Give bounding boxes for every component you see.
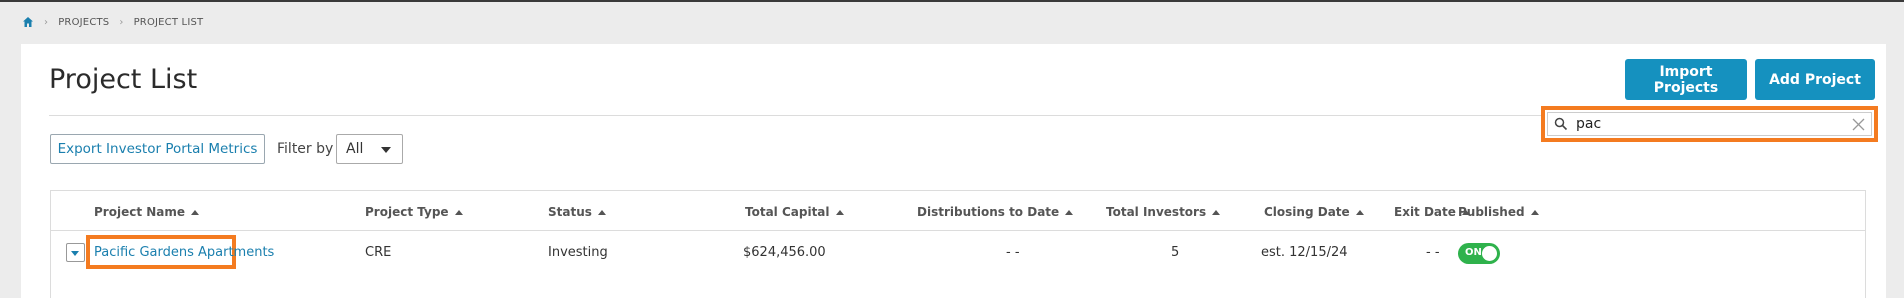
expand-row-button[interactable]	[66, 243, 85, 262]
column-label: Status	[548, 205, 592, 219]
toggle-label: ON	[1465, 247, 1482, 258]
column-header-project-name[interactable]: Project Name	[94, 205, 200, 219]
breadcrumb-projects[interactable]: PROJECTS	[58, 17, 109, 28]
add-project-button[interactable]: Add Project	[1755, 59, 1875, 100]
column-header-total-investors[interactable]: Total Investors	[1106, 205, 1221, 219]
column-label: Published	[1458, 205, 1525, 219]
import-projects-button[interactable]: Import Projects	[1625, 59, 1747, 100]
column-label: Closing Date	[1264, 205, 1350, 219]
chevron-right-icon: ›	[44, 16, 49, 28]
projects-table: Project Name Project Type Status Total C…	[50, 190, 1866, 298]
toggle-knob	[1482, 246, 1497, 261]
chevron-down-icon	[71, 251, 79, 256]
cell-total-investors: 5	[1171, 245, 1180, 260]
breadcrumb-project-list: PROJECT LIST	[133, 16, 204, 28]
sort-up-icon	[1355, 209, 1364, 215]
filter-select[interactable]: All	[336, 134, 403, 164]
cell-closing-date: est. 12/15/24	[1261, 245, 1348, 260]
search-box	[1547, 112, 1872, 136]
project-name-link[interactable]: Pacific Gardens Apartments	[94, 245, 274, 260]
column-header-project-type[interactable]: Project Type	[365, 205, 463, 219]
sort-up-icon	[597, 209, 606, 215]
column-label: Project Name	[94, 205, 186, 219]
cell-total-capital: $624,456.00	[743, 245, 826, 260]
project-name-highlight: Pacific Gardens Apartments	[86, 235, 274, 269]
filter-select-value: All	[346, 141, 364, 157]
chevron-right-icon: ›	[119, 16, 124, 28]
table-header: Project Name Project Type Status Total C…	[51, 191, 1865, 231]
column-label: Project Type	[365, 205, 449, 219]
table-row: Pacific Gardens Apartments CRE Investing…	[51, 232, 1865, 272]
sort-up-icon	[1212, 209, 1221, 215]
sort-up-icon	[454, 209, 463, 215]
column-header-status[interactable]: Status	[548, 205, 606, 219]
clear-icon[interactable]	[1852, 118, 1865, 131]
page-title: Project List	[49, 64, 198, 95]
column-header-closing-date[interactable]: Closing Date	[1264, 205, 1364, 219]
cell-exit-date: - -	[1426, 245, 1440, 260]
project-list-card: Project List Import Projects Add Project…	[21, 44, 1886, 298]
column-label: Total Capital	[745, 205, 830, 219]
filter-label: Filter by	[277, 141, 334, 157]
search-icon	[1554, 117, 1568, 131]
chevron-down-icon	[381, 147, 391, 153]
home-icon[interactable]	[22, 16, 34, 28]
cell-project-type: CRE	[365, 245, 392, 260]
column-label: Total Investors	[1106, 205, 1207, 219]
column-header-total-capital[interactable]: Total Capital	[745, 205, 844, 219]
column-header-distributions[interactable]: Distributions to Date	[917, 205, 1074, 219]
published-toggle[interactable]: ON	[1458, 243, 1500, 264]
search-highlight	[1541, 106, 1878, 142]
sort-up-icon	[1065, 209, 1074, 215]
sort-up-icon	[1530, 209, 1539, 215]
search-input[interactable]	[1576, 116, 1836, 132]
cell-distributions: - -	[1006, 245, 1020, 260]
cell-status: Investing	[548, 245, 608, 260]
export-metrics-button[interactable]: Export Investor Portal Metrics	[50, 134, 265, 164]
sort-up-icon	[835, 209, 844, 215]
sort-up-icon	[191, 209, 200, 215]
column-label: Distributions to Date	[917, 205, 1060, 219]
breadcrumb: › PROJECTS › PROJECT LIST	[22, 16, 203, 28]
column-label: Exit Date	[1394, 205, 1456, 219]
column-header-published[interactable]: Published	[1458, 205, 1539, 219]
